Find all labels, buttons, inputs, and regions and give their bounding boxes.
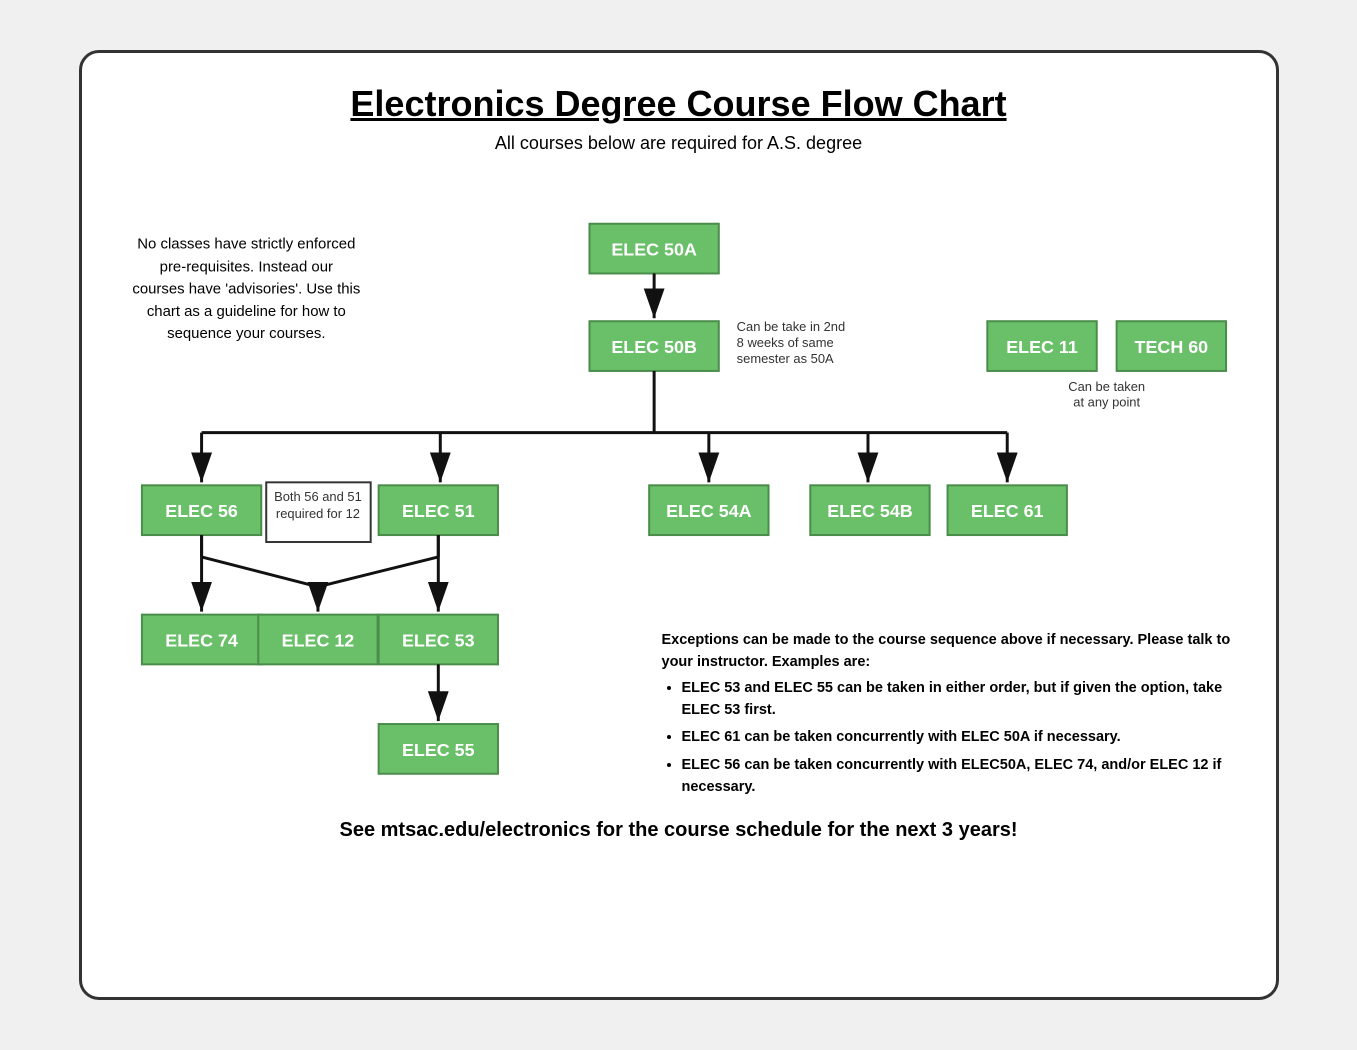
note-56-51-line1: Both 56 and 51	[274, 489, 362, 504]
elec53-label: ELEC 53	[402, 630, 475, 650]
exception-item-1: ELEC 53 and ELEC 55 can be taken in eith…	[682, 678, 1262, 722]
exceptions-heading: Exceptions can be made to the course seq…	[662, 632, 1231, 670]
left-advisory-note: No classes have strictly enforced pre-re…	[131, 234, 360, 346]
elec54a-label: ELEC 54A	[666, 501, 752, 521]
line-56-to-12	[201, 557, 317, 587]
exceptions-text: Exceptions can be made to the course seq…	[662, 630, 1262, 798]
page-title: Electronics Degree Course Flow Chart	[122, 83, 1236, 125]
elec50a-label: ELEC 50A	[611, 240, 697, 260]
line-51-to-12	[317, 557, 437, 587]
chart-container: Electronics Degree Course Flow Chart All…	[79, 50, 1279, 1000]
exception-item-3: ELEC 56 can be taken concurrently with E…	[682, 755, 1262, 799]
tech60-label: TECH 60	[1134, 337, 1208, 357]
elec51-label: ELEC 51	[402, 501, 475, 521]
note-50b: Can be take in 2nd	[736, 319, 844, 334]
elec61-label: ELEC 61	[970, 501, 1043, 521]
exceptions-block: Exceptions can be made to the course seq…	[662, 630, 1262, 798]
elec50b-label: ELEC 50B	[611, 337, 697, 357]
elec74-label: ELEC 74	[165, 630, 238, 650]
any-point-note: Can be taken	[1068, 379, 1145, 394]
elec56-label: ELEC 56	[165, 501, 238, 521]
elec12-label: ELEC 12	[281, 630, 354, 650]
note-56-51-line2: required for 12	[275, 506, 359, 521]
any-point-note2: at any point	[1073, 395, 1140, 410]
note-50b-3: semester as 50A	[736, 351, 833, 366]
subtitle: All courses below are required for A.S. …	[122, 133, 1236, 154]
elec54b-label: ELEC 54B	[827, 501, 913, 521]
elec11-label: ELEC 11	[1006, 337, 1078, 357]
footer-text: See mtsac.edu/electronics for the course…	[122, 819, 1236, 842]
note-50b-2: 8 weeks of same	[736, 335, 833, 350]
elec55-label: ELEC 55	[402, 740, 475, 760]
exception-item-2: ELEC 61 can be taken concurrently with E…	[682, 727, 1262, 749]
exceptions-list: ELEC 53 and ELEC 55 can be taken in eith…	[682, 678, 1262, 799]
